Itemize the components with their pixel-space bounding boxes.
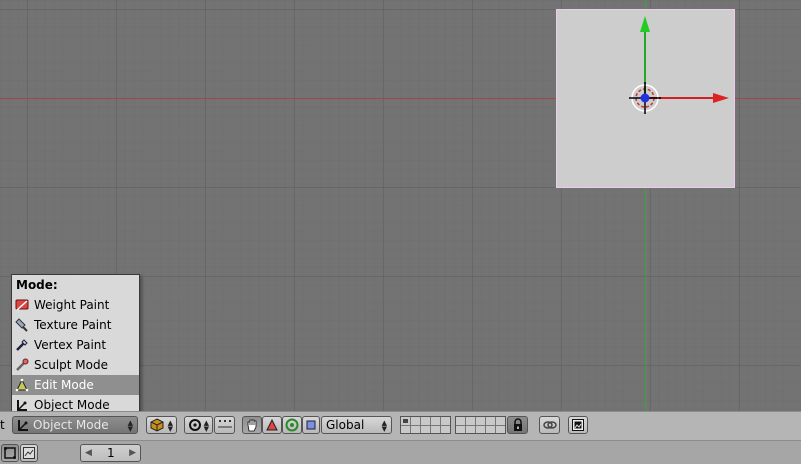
bottom-toolbar: ◀ 1 ▶ <box>0 440 801 464</box>
camera-view-toggle[interactable] <box>1 444 19 462</box>
frame-icon <box>4 447 16 459</box>
translate-manipulator-button[interactable] <box>262 416 282 434</box>
mode-popup-menu: Mode: Weight Paint Texture Paint Vertex … <box>11 274 140 411</box>
menu-item-sculpt-mode[interactable]: Sculpt Mode <box>12 355 139 375</box>
picture-icon <box>23 447 35 459</box>
vertex-paint-icon <box>16 339 28 351</box>
decrement-arrow-icon[interactable]: ◀ <box>85 444 92 462</box>
scale-manipulator-button[interactable] <box>302 416 320 434</box>
rotate-manipulator-button[interactable] <box>282 416 302 434</box>
link-icon <box>543 421 557 429</box>
square-icon <box>306 420 316 430</box>
triangle-icon <box>266 418 278 431</box>
object-mode-icon <box>17 400 27 411</box>
updown-arrows-icon: ▲ ▼ <box>203 419 209 433</box>
lock-icon <box>514 418 522 431</box>
object-origin-icon <box>629 82 661 114</box>
hand-icon <box>247 419 257 432</box>
increment-arrow-icon[interactable]: ▶ <box>129 444 136 462</box>
transform-manipulator[interactable] <box>600 10 740 120</box>
viewport-header: t Object Mode ▲ ▼ ▲ ▼ ▲ ▼ Global ▲ ▼ <box>0 411 801 440</box>
menu-item-object-mode[interactable]: Object Mode <box>12 395 139 411</box>
3d-viewport[interactable]: Mode: Weight Paint Texture Paint Vertex … <box>0 0 801 411</box>
frame-number-value: 1 <box>107 446 115 460</box>
layer-buttons-group-2[interactable] <box>455 416 506 434</box>
lock-layers-button[interactable] <box>507 416 528 434</box>
image-view-toggle[interactable] <box>20 444 38 462</box>
menu-item-texture-paint[interactable]: Texture Paint <box>12 315 139 335</box>
draw-type-selector[interactable]: ▲ ▼ <box>146 416 177 434</box>
edit-mode-icon <box>15 378 29 392</box>
truncated-menu-label: t <box>0 418 5 432</box>
sculpt-mode-icon <box>16 358 29 371</box>
rotate-ring-icon <box>285 418 299 432</box>
object-mode-icon <box>18 420 28 431</box>
updown-arrows-icon: ▲ ▼ <box>127 419 133 433</box>
manipulator-toggle[interactable] <box>242 416 262 434</box>
pivot-mode-toggle[interactable] <box>214 416 235 434</box>
active-layer-marker <box>403 419 408 423</box>
orientation-selector[interactable]: Global ▲ ▼ <box>321 416 392 434</box>
render-preview-button[interactable] <box>568 416 588 434</box>
menu-title: Mode: <box>16 278 58 292</box>
updown-arrows-icon: ▲ ▼ <box>167 419 173 433</box>
pivot-point-selector[interactable]: ▲ ▼ <box>184 416 213 434</box>
mode-selector[interactable]: Object Mode ▲ ▼ <box>12 416 138 434</box>
pivot-icon <box>189 419 201 431</box>
updown-arrows-icon: ▲ ▼ <box>381 419 387 433</box>
menu-item-vertex-paint[interactable]: Vertex Paint <box>12 335 139 355</box>
align-points-icon <box>218 420 232 428</box>
texture-paint-icon <box>15 318 28 332</box>
orientation-value: Global <box>326 418 365 432</box>
image-icon <box>572 419 584 431</box>
mode-selector-value: Object Mode <box>33 418 109 432</box>
link-button[interactable] <box>539 416 560 434</box>
frame-number-field[interactable]: ◀ 1 ▶ <box>80 444 141 462</box>
menu-item-weight-paint[interactable]: Weight Paint <box>12 295 139 315</box>
menu-item-edit-mode[interactable]: Edit Mode <box>12 375 139 395</box>
layer-buttons-group-1[interactable] <box>400 416 451 434</box>
weight-paint-icon <box>15 299 29 311</box>
solid-cube-icon <box>150 418 164 432</box>
